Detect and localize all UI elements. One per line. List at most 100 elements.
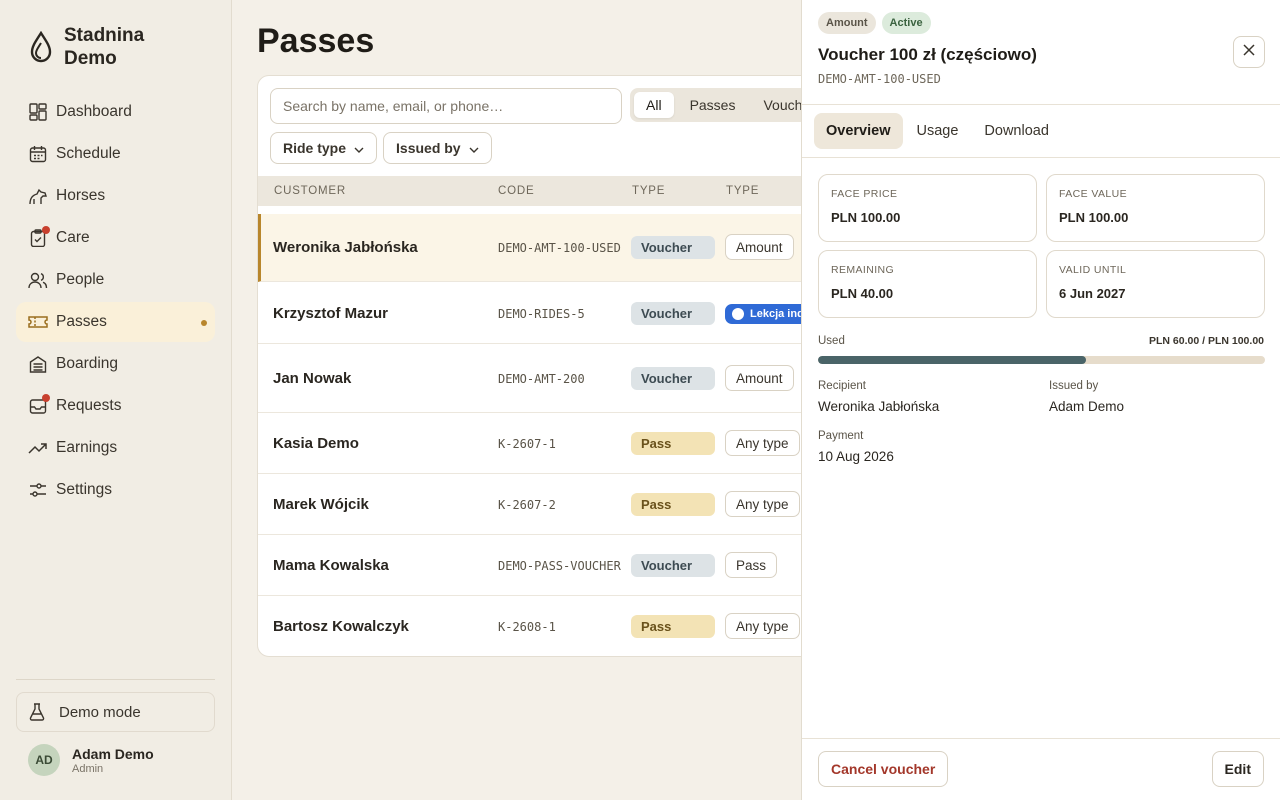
segment-vouchers[interactable]: Vouchers xyxy=(751,92,801,118)
customer-name: Krzysztof Mazur xyxy=(273,305,389,322)
segment-passes[interactable]: Passes xyxy=(678,92,748,118)
pass-code: DEMO-PASS-VOUCHER xyxy=(498,559,621,573)
ride-type-filter[interactable]: Ride type xyxy=(270,132,378,164)
sidebar-item-schedule[interactable]: Schedule xyxy=(16,134,215,174)
table-row[interactable]: Marek Wójcik K-2607-2 Pass Any type xyxy=(258,475,801,535)
customer-name: Weronika Jabłońska xyxy=(273,239,418,256)
sidebar-item-label: Earnings xyxy=(56,439,118,456)
voucher-detail-panel: Amount Active Voucher 100 zł (częściowo)… xyxy=(801,0,1280,800)
column-header-kind[interactable]: TYPE xyxy=(726,185,759,197)
sidebar-item-dashboard[interactable]: Dashboard xyxy=(16,92,215,132)
panel-title: Voucher 100 zł (częściowo) xyxy=(818,45,1037,64)
close-icon xyxy=(1243,43,1255,61)
kind-badge: Lekcja indywidualna xyxy=(725,304,801,324)
column-header-type[interactable]: TYPE xyxy=(632,185,665,197)
toggle-circle-icon xyxy=(732,308,744,320)
user-profile[interactable]: AD Adam Demo Admin xyxy=(28,744,154,776)
type-badge: Voucher xyxy=(631,236,715,259)
user-name: Adam Demo xyxy=(72,745,154,762)
stat-label: FACE PRICE xyxy=(831,188,898,200)
user-role: Admin xyxy=(72,762,104,775)
sidebar-item-requests[interactable]: Requests xyxy=(16,386,215,426)
pass-code: DEMO-AMT-100-USED xyxy=(498,241,621,255)
sidebar-item-label: Schedule xyxy=(56,145,121,162)
type-segmented-control: All Passes Vouchers xyxy=(630,88,801,122)
tab-overview[interactable]: Overview xyxy=(814,113,903,149)
filters: Ride type Issued by xyxy=(270,132,492,164)
dashboard-icon xyxy=(28,102,48,122)
close-button[interactable] xyxy=(1233,36,1265,68)
used-label: Used xyxy=(818,335,845,347)
kind-badge: Any type xyxy=(725,491,800,517)
kind-badge: Any type xyxy=(725,430,800,456)
brand[interactable]: Stadnina Demo xyxy=(28,24,174,70)
sidebar-item-label: Passes xyxy=(56,313,107,330)
sidebar-item-care[interactable]: Care xyxy=(16,218,215,258)
column-header-code[interactable]: CODE xyxy=(498,185,534,197)
notification-badge xyxy=(42,226,50,234)
stat-value: PLN 100.00 xyxy=(831,210,901,225)
type-badge: Pass xyxy=(631,432,715,455)
payment-value: 10 Aug 2026 xyxy=(818,449,894,464)
edit-button[interactable]: Edit xyxy=(1211,751,1264,787)
amount-tag: Amount xyxy=(818,12,876,34)
table-row[interactable]: Mama Kowalska DEMO-PASS-VOUCHER Voucher … xyxy=(258,536,801,596)
sidebar-divider xyxy=(16,679,215,680)
table-row[interactable]: Kasia Demo K-2607-1 Pass Any type xyxy=(258,414,801,474)
table-row[interactable]: Weronika Jabłońska DEMO-AMT-100-USED Vou… xyxy=(258,214,801,282)
kind-badge: Amount xyxy=(725,234,794,260)
filter-label: Ride type xyxy=(283,140,347,156)
sidebar-item-label: Settings xyxy=(56,481,113,498)
sidebar-item-people[interactable]: People xyxy=(16,260,215,300)
divider xyxy=(802,104,1280,105)
kind-badge: Any type xyxy=(725,613,800,639)
flask-icon xyxy=(29,703,45,721)
active-indicator-dot xyxy=(201,320,207,326)
sidebar-item-label: People xyxy=(56,271,105,288)
passes-table-card: All Passes Vouchers Ride type Issued by … xyxy=(257,75,801,657)
brand-name-line2: Demo xyxy=(64,48,117,69)
payment-label: Payment xyxy=(818,430,864,442)
building-icon xyxy=(28,354,48,374)
demo-mode-button[interactable]: Demo mode xyxy=(16,692,215,732)
segment-all[interactable]: All xyxy=(634,92,674,118)
issued-by-value: Adam Demo xyxy=(1049,399,1125,414)
sidebar-item-passes[interactable]: Passes xyxy=(16,302,215,342)
brand-name-line1: Stadnina xyxy=(64,25,145,46)
type-badge: Pass xyxy=(631,615,715,638)
logo-drop-icon xyxy=(28,30,54,64)
column-header-customer[interactable]: CUSTOMER xyxy=(274,185,346,197)
stat-label: REMAINING xyxy=(831,264,895,276)
table-row[interactable]: Bartosz Kowalczyk K-2608-1 Pass Any type xyxy=(258,597,801,656)
kind-badge: Pass xyxy=(725,552,778,578)
kind-badge: Amount xyxy=(725,365,794,391)
pass-code: K-2608-1 xyxy=(498,620,556,634)
search-input[interactable] xyxy=(270,88,622,124)
sidebar-item-boarding[interactable]: Boarding xyxy=(16,344,215,384)
sidebar-item-horses[interactable]: Horses xyxy=(16,176,215,216)
cancel-voucher-button[interactable]: Cancel voucher xyxy=(818,751,949,787)
face-value-card: FACE VALUE PLN 100.00 xyxy=(1046,174,1265,242)
recipient-label: Recipient xyxy=(818,380,866,392)
tab-usage[interactable]: Usage xyxy=(905,113,971,149)
status-badge: Active xyxy=(881,12,931,34)
stat-value: 6 Jun 2027 xyxy=(1059,286,1126,301)
sidebar-item-earnings[interactable]: Earnings xyxy=(16,428,215,468)
recipient-value: Weronika Jabłońska xyxy=(818,399,940,414)
issued-by-label: Issued by xyxy=(1049,380,1099,392)
chevron-down-icon xyxy=(469,140,479,156)
table-row[interactable]: Krzysztof Mazur DEMO-RIDES-5 Voucher Lek… xyxy=(258,283,801,344)
issued-by-filter[interactable]: Issued by xyxy=(383,132,492,164)
table-header: CUSTOMER CODE TYPE TYPE xyxy=(258,176,801,206)
page-title: Passes xyxy=(257,22,375,60)
table-row[interactable]: Jan Nowak DEMO-AMT-200 Voucher Amount xyxy=(258,345,801,413)
people-icon xyxy=(28,270,48,290)
tab-download[interactable]: Download xyxy=(972,113,1061,149)
chevron-down-icon xyxy=(354,140,364,156)
ticket-icon xyxy=(28,312,48,332)
calendar-icon xyxy=(28,144,48,164)
horse-icon xyxy=(28,186,48,206)
demo-mode-label: Demo mode xyxy=(59,703,141,721)
sidebar-item-settings[interactable]: Settings xyxy=(16,470,215,510)
brand-name: Stadnina Demo xyxy=(64,24,174,70)
